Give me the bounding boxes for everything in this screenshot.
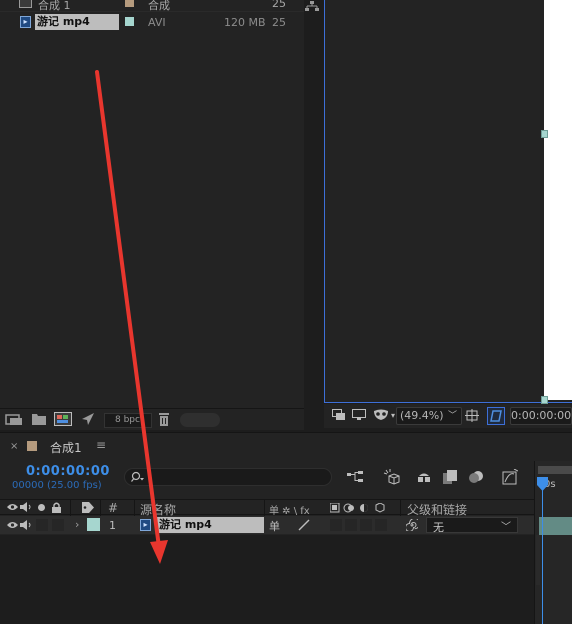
annotation-arrow [95, 70, 168, 564]
